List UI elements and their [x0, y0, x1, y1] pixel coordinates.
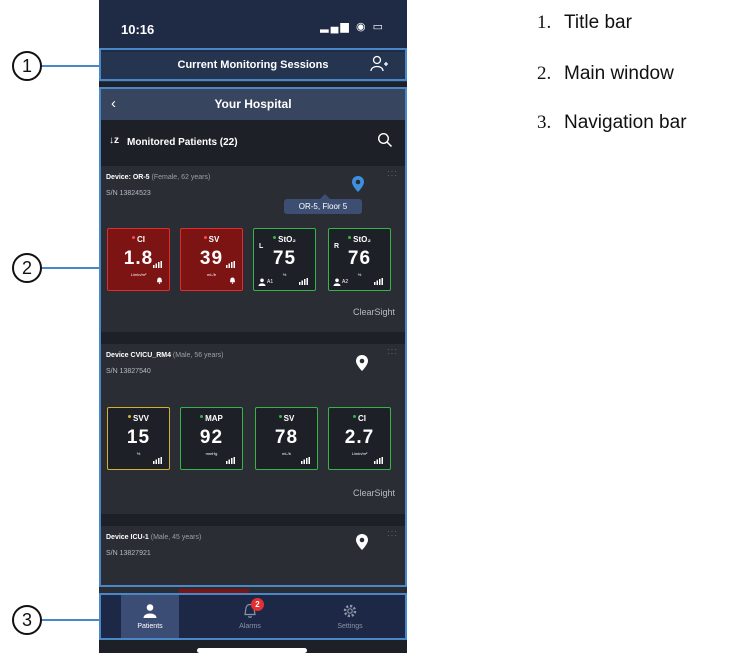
- navigation-bar-highlight: [99, 593, 407, 640]
- legend-number: 1.: [537, 12, 552, 33]
- leader-line: [40, 267, 99, 269]
- legend-text: Title bar: [564, 12, 632, 33]
- legend-item: 2. Main window: [537, 63, 674, 85]
- status-bar: 10:16 ▂▄▆ ◉ ▭: [99, 0, 407, 52]
- home-indicator: [197, 648, 307, 653]
- legend-number: 3.: [537, 112, 552, 133]
- status-time: 10:16: [121, 22, 155, 37]
- main-window-highlight: [99, 87, 407, 587]
- legend-text: Main window: [564, 63, 674, 84]
- callout-3: 3: [12, 605, 42, 635]
- legend-number: 2.: [537, 63, 552, 84]
- callout-2: 2: [12, 253, 42, 283]
- leader-line: [40, 619, 99, 621]
- legend-text: Navigation bar: [564, 112, 687, 133]
- legend-item: 1. Title bar: [537, 12, 632, 34]
- callout-1: 1: [12, 51, 42, 81]
- signal-wifi-battery-icon: ▂▄▆ ◉ ▭: [320, 21, 385, 33]
- leader-line: [40, 65, 99, 67]
- title-bar-highlight: [99, 48, 407, 81]
- legend-item: 3. Navigation bar: [537, 112, 687, 134]
